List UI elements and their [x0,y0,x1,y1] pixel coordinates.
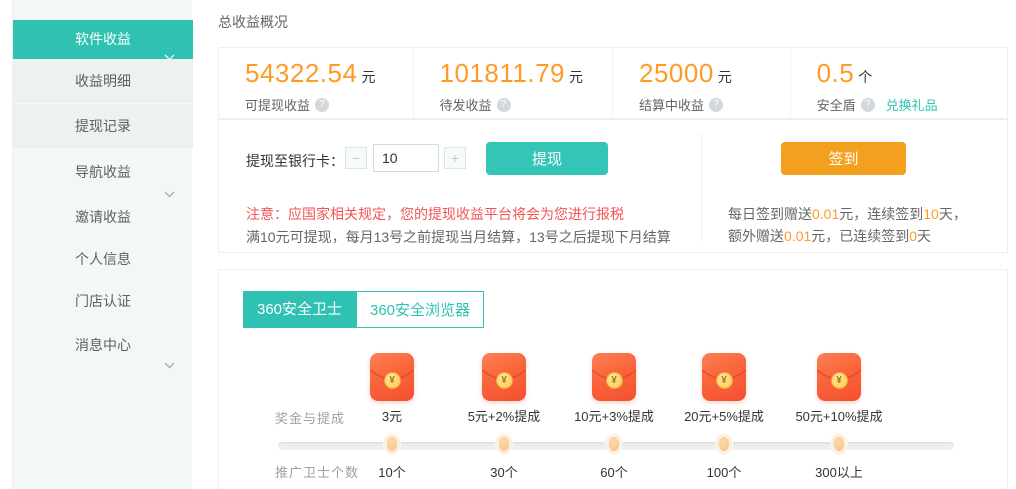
tier-count: 10个 [330,462,454,481]
stat-value: 54322.54 [245,58,357,88]
tier-progress-dot [496,434,512,454]
sidebar: 软件收益 收益明细 提现记录 导航收益 邀请收益 个人信息 门店认证 消息中心 [12,0,192,489]
stat-value: 25000 [639,58,714,88]
help-icon[interactable]: ? [709,98,723,112]
sidebar-item-label: 个人信息 [75,251,131,267]
withdraw-rules-note: 满10元可提现，每月13号之前提现当月结算，13号之后提现下月结算 [246,227,671,247]
sidebar-item-store-certification[interactable]: 门店认证 [13,280,193,323]
tier-envelope-2: ¥ [442,353,566,401]
tax-notice: 注意：应国家相关规定，您的提现收益平台将会为您进行报税 [246,204,624,224]
tier-envelope-4: ¥ [662,353,786,401]
help-icon[interactable]: ? [497,98,511,112]
withdraw-button[interactable]: 提现 [486,142,608,175]
sidebar-item-withdraw-records[interactable]: 提现记录 [13,104,193,149]
stat-value: 101811.79 [440,58,565,88]
tier-bonus: 20元+5%提成 [662,406,786,425]
section-divider [701,133,702,241]
product-tabs: 360安全卫士 360安全浏览器 [243,291,484,328]
sidebar-item-earnings-detail[interactable]: 收益明细 [13,59,193,104]
red-envelope-icon: ¥ [482,353,526,401]
withdraw-signin-card: 提现至银行卡： − + 提现 注意：应国家相关规定，您的提现收益平台将会为您进行… [218,119,1008,253]
tier-count: 60个 [552,462,676,481]
chevron-down-icon [164,342,175,386]
stat-pending: 101811.79元 待发收益? [413,48,613,118]
yuan-coin-icon: ¥ [716,372,733,389]
note-highlight: 0.01 [812,206,839,222]
sidebar-item-label: 邀请收益 [75,209,131,225]
tier-progress-dot [606,434,622,454]
stat-unit: 元 [361,69,375,85]
stat-settling: 25000元 结算中收益? [612,48,790,118]
yuan-coin-icon: ¥ [496,372,513,389]
note-highlight: 10 [923,206,939,222]
promotion-tiers-card: 360安全卫士 360安全浏览器 ¥ ¥ ¥ ¥ [218,269,1008,489]
tier-envelope-3: ¥ [552,353,676,401]
tab-360-safeguard[interactable]: 360安全卫士 [243,291,356,328]
tier-count: 100个 [662,462,786,481]
stat-label: 待发收益 [440,95,492,114]
redeem-gift-link[interactable]: 兑换礼品 [886,95,938,114]
stat-unit: 元 [569,69,583,85]
signin-bonus-note-line1: 每日签到赠送0.01元，连续签到10天， [728,204,967,224]
note-highlight: 0 [909,228,917,244]
sign-in-button[interactable]: 签到 [781,142,906,175]
signin-bonus-note-line2: 额外赠送0.01元，已连续签到0天 [728,226,931,246]
tier-bonus: 5元+2%提成 [442,406,566,425]
stat-value: 0.5 [817,58,855,88]
tier-progress-dot [716,434,732,454]
sidebar-item-software-earnings[interactable]: 软件收益 [13,20,193,59]
sidebar-item-label: 收益明细 [75,73,131,89]
note-text: 额外赠送 [728,228,784,244]
tier-progress-dot [384,434,400,454]
note-text: 天， [939,206,967,222]
tier-count: 30个 [442,462,566,481]
sidebar-item-label: 门店认证 [75,293,131,309]
tier-envelope-5: ¥ [777,353,901,401]
sidebar-item-label: 软件收益 [75,31,131,47]
page-title: 总收益概况 [218,12,288,32]
help-icon[interactable]: ? [315,98,329,112]
decrease-amount-button[interactable]: − [345,147,367,169]
earnings-dashboard: 软件收益 收益明细 提现记录 导航收益 邀请收益 个人信息 门店认证 消息中心 … [0,0,1016,489]
sidebar-item-navigation-earnings[interactable]: 导航收益 [13,149,193,196]
stat-unit: 元 [718,69,732,85]
red-envelope-icon: ¥ [817,353,861,401]
help-icon[interactable]: ? [861,98,875,112]
stat-label: 安全盾 [817,95,856,114]
yuan-coin-icon: ¥ [384,372,401,389]
sidebar-item-message-center[interactable]: 消息中心 [13,323,193,367]
note-highlight: 0.01 [784,228,811,244]
sidebar-item-invite-earnings[interactable]: 邀请收益 [13,196,193,238]
sidebar-item-label: 消息中心 [75,337,131,353]
sidebar-item-personal-info[interactable]: 个人信息 [13,238,193,280]
withdraw-to-bank-label: 提现至银行卡： [246,151,344,171]
yuan-coin-icon: ¥ [606,372,623,389]
tier-bonus: 10元+3%提成 [552,406,676,425]
total-earnings-card: 54322.54元 可提现收益? 101811.79元 待发收益? 25000元… [218,47,1008,119]
increase-amount-button[interactable]: + [444,147,466,169]
note-text: 元，连续签到 [839,206,923,222]
stat-label: 结算中收益 [639,95,704,114]
yuan-coin-icon: ¥ [831,372,848,389]
red-envelope-icon: ¥ [702,353,746,401]
tier-count: 300以上 [777,462,901,481]
sidebar-item-label: 导航收益 [75,164,131,180]
red-envelope-icon: ¥ [592,353,636,401]
red-envelope-icon: ¥ [370,353,414,401]
note-text: 天 [917,228,931,244]
stat-label: 可提现收益 [245,95,310,114]
tier-bonus: 3元 [330,406,454,425]
stat-security-shield: 0.5个 安全盾? 兑换礼品 [790,48,1007,118]
tier-progress-dot [831,434,847,454]
sidebar-item-label: 提现记录 [75,118,131,134]
tab-360-browser[interactable]: 360安全浏览器 [356,291,484,328]
note-text: 元，已连续签到 [811,228,909,244]
stat-unit: 个 [858,69,872,85]
tier-bonus: 50元+10%提成 [777,406,901,425]
stat-withdrawable: 54322.54元 可提现收益? [219,48,413,118]
withdraw-amount-input[interactable] [373,144,439,172]
note-text: 每日签到赠送 [728,206,812,222]
tier-envelope-1: ¥ [330,353,454,401]
